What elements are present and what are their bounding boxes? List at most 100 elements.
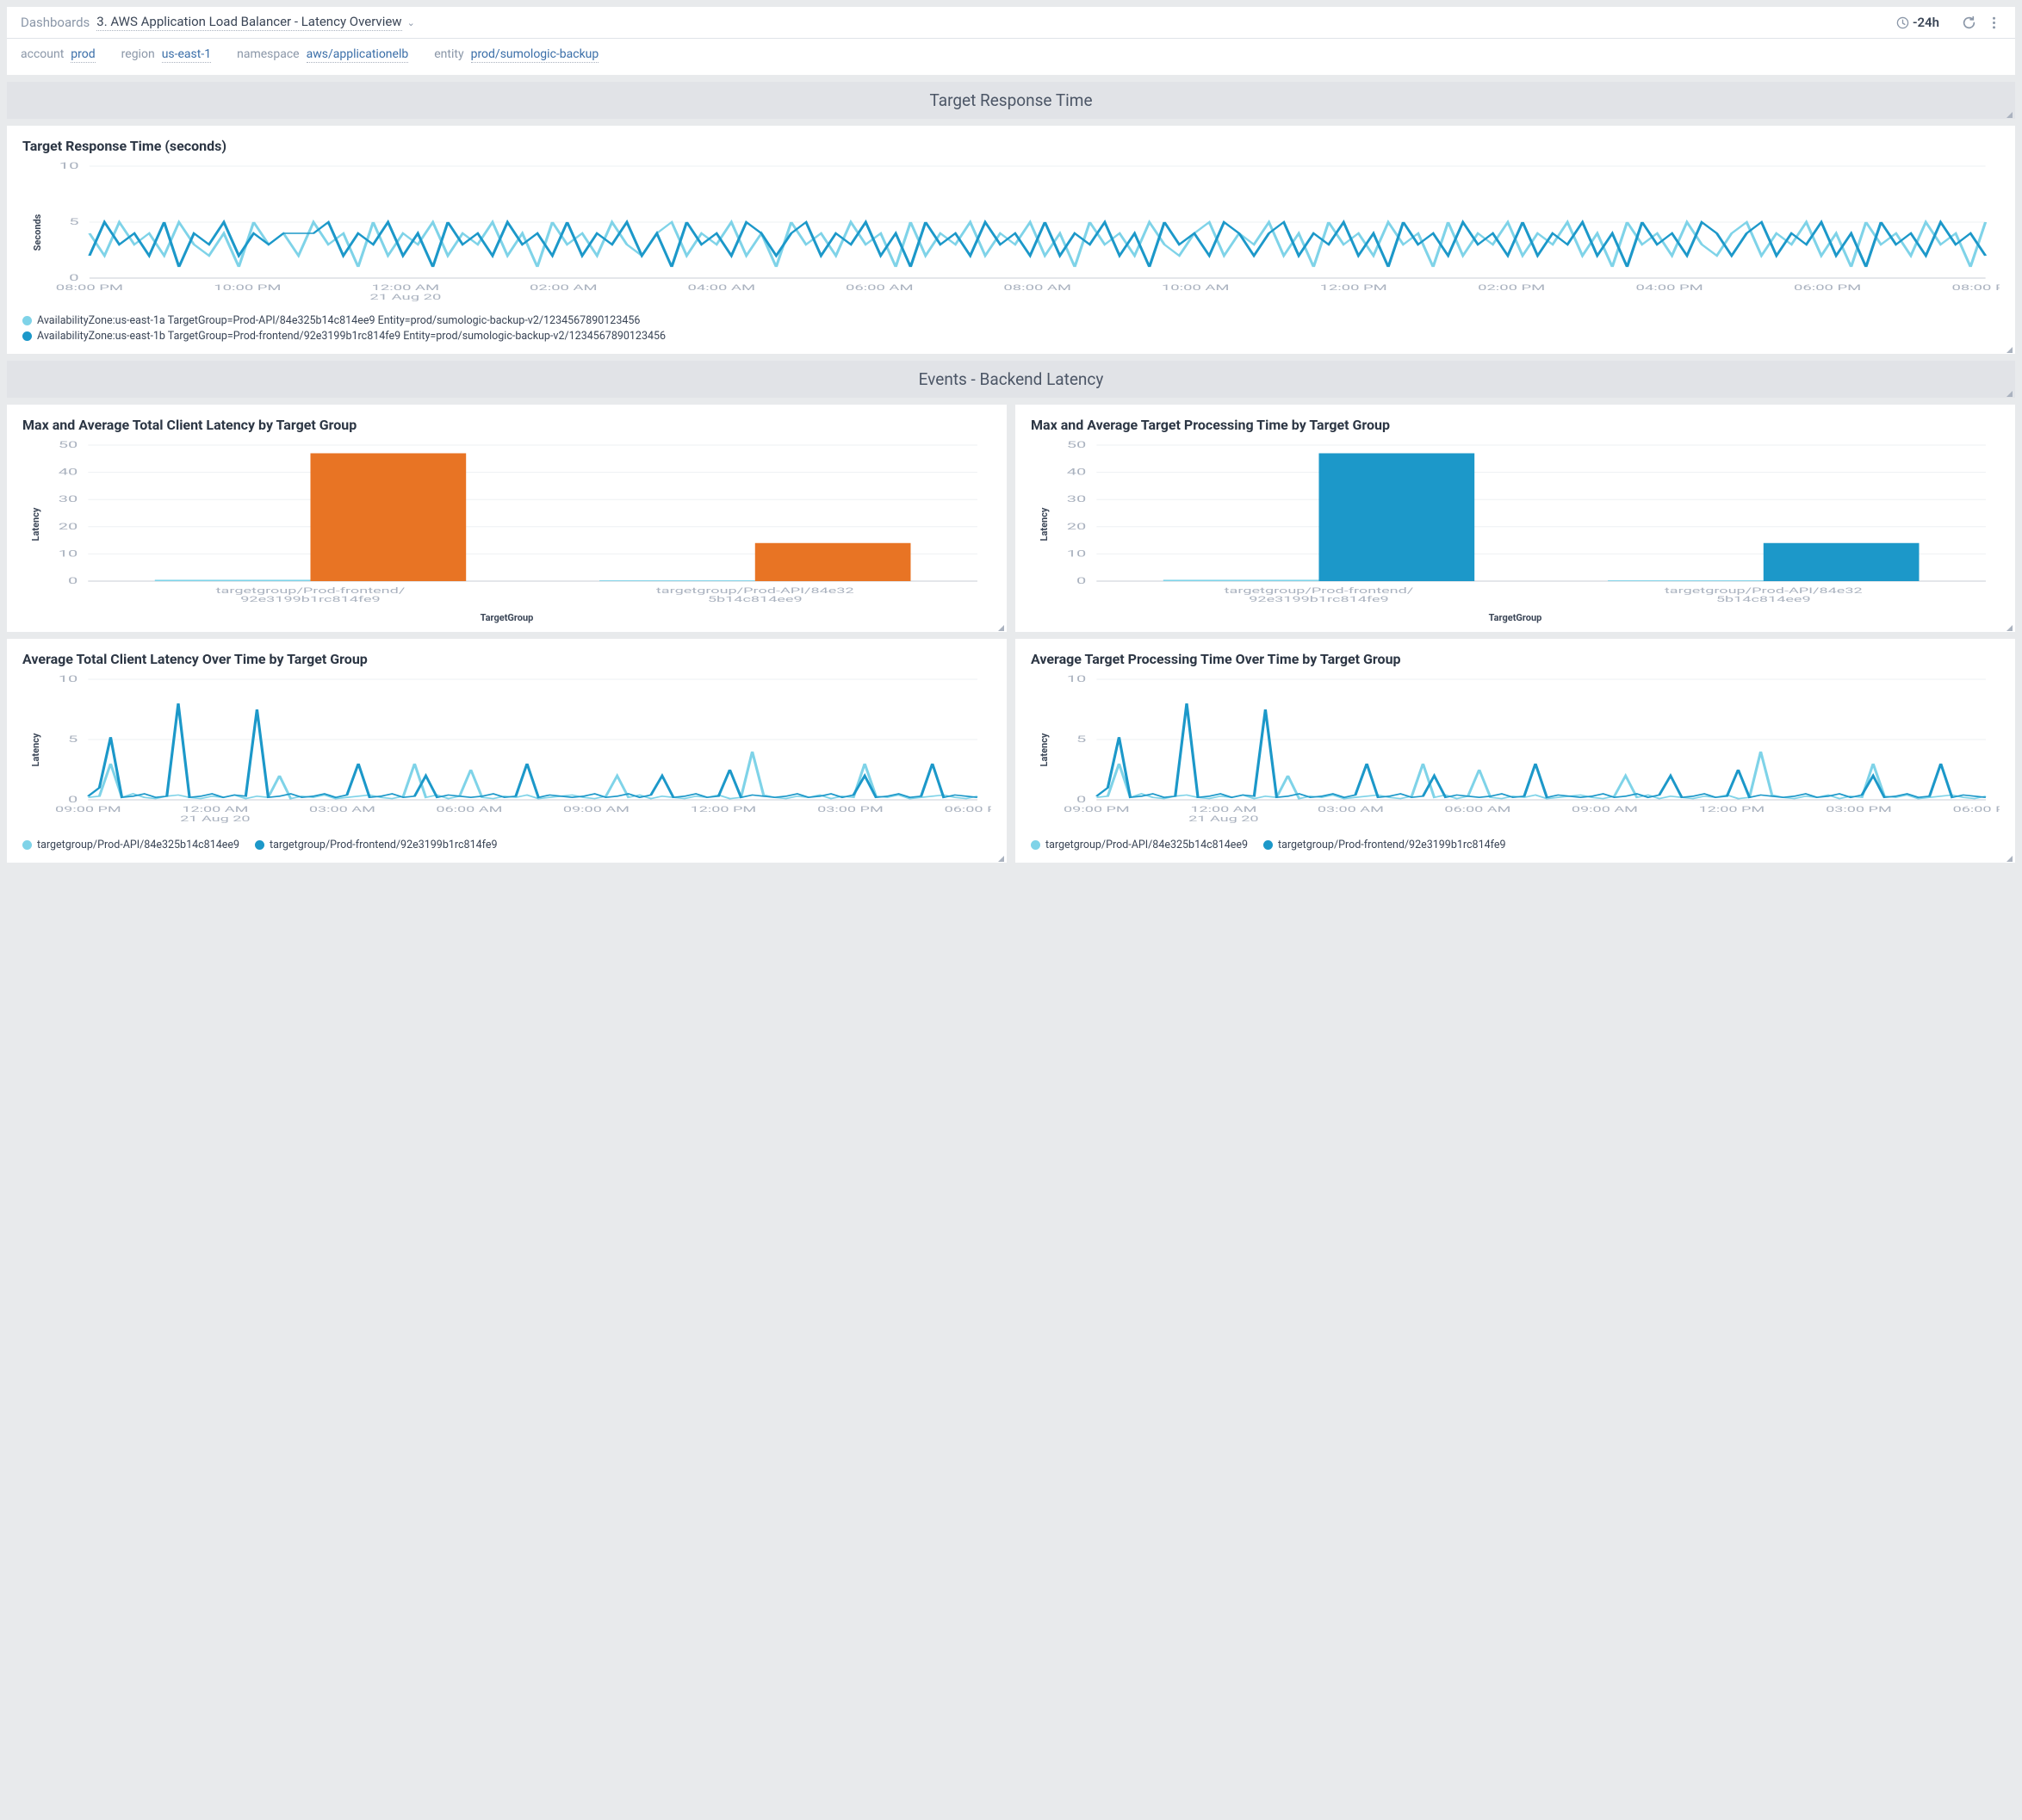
svg-text:02:00 PM: 02:00 PM (1478, 283, 1545, 293)
panel-target-response-time: Target Response Time (seconds) Seconds 0… (7, 126, 2015, 354)
svg-text:06:00 AM: 06:00 AM (846, 283, 914, 293)
resize-handle-icon[interactable] (2006, 391, 2013, 397)
svg-text:0: 0 (68, 576, 78, 586)
svg-text:09:00 AM: 09:00 AM (563, 805, 630, 814)
chart-bar-right[interactable]: Latency 01020304050targetgroup/Prod-fron… (1031, 438, 2000, 610)
resize-handle-icon[interactable] (998, 856, 1004, 862)
svg-text:5: 5 (69, 217, 79, 227)
svg-text:10:00 AM: 10:00 AM (1162, 283, 1230, 293)
chart-trt-line[interactable]: Seconds 051008:00 PM10:00 PM12:00 AM21 A… (22, 159, 2000, 306)
legend-item[interactable]: targetgroup/Prod-API/84e325b14c814ee9 (22, 839, 239, 851)
svg-text:targetgroup/Prod-API/84e32: targetgroup/Prod-API/84e32 (1665, 586, 1863, 595)
svg-text:40: 40 (1067, 467, 1087, 477)
filter-entity[interactable]: entity prod/sumologic-backup (434, 47, 599, 63)
panel-bar-right: Max and Average Target Processing Time b… (1015, 405, 2015, 632)
x-axis-label: TargetGroup (22, 612, 991, 623)
svg-text:09:00 PM: 09:00 PM (55, 805, 121, 814)
panel-title: Max and Average Target Processing Time b… (1031, 417, 2000, 433)
svg-text:10: 10 (59, 548, 78, 559)
svg-text:21 Aug 20: 21 Aug 20 (1188, 814, 1258, 823)
svg-text:21 Aug 20: 21 Aug 20 (180, 814, 250, 823)
svg-text:12:00 PM: 12:00 PM (1699, 805, 1765, 814)
dashboard-title-dropdown[interactable]: 3. AWS Application Load Balancer - Laten… (96, 14, 401, 31)
svg-text:0: 0 (69, 273, 79, 283)
chevron-down-icon[interactable]: ⌄ (407, 17, 415, 28)
svg-text:5b14c814ee9: 5b14c814ee9 (708, 595, 803, 604)
svg-text:02:00 AM: 02:00 AM (530, 283, 598, 293)
chart-line-bl[interactable]: Latency 051009:00 PM12:00 AM21 Aug 2003:… (22, 672, 991, 827)
chart-bar-left[interactable]: Latency 01020304050targetgroup/Prod-fron… (22, 438, 991, 610)
panel-title: Target Response Time (seconds) (22, 138, 2000, 154)
svg-text:30: 30 (1067, 494, 1087, 505)
svg-text:09:00 AM: 09:00 AM (1572, 805, 1638, 814)
filter-region[interactable]: region us-east-1 (121, 47, 211, 63)
legend-item[interactable]: targetgroup/Prod-frontend/92e3199b1rc814… (255, 839, 497, 851)
svg-text:08:00 AM: 08:00 AM (1003, 283, 1071, 293)
resize-handle-icon[interactable] (2006, 112, 2013, 118)
filter-account[interactable]: account prod (21, 47, 96, 63)
legend-line-bl: targetgroup/Prod-API/84e325b14c814ee9 ta… (22, 836, 991, 854)
svg-text:21 Aug 20: 21 Aug 20 (369, 293, 441, 302)
svg-text:12:00 AM: 12:00 AM (1190, 805, 1256, 814)
panel-title: Average Target Processing Time Over Time… (1031, 651, 2000, 667)
svg-text:04:00 AM: 04:00 AM (688, 283, 756, 293)
chart-line-br[interactable]: Latency 051009:00 PM12:00 AM21 Aug 2003:… (1031, 672, 2000, 827)
resize-handle-icon[interactable] (2006, 347, 2013, 353)
legend-item[interactable]: targetgroup/Prod-API/84e325b14c814ee9 (1031, 839, 1248, 851)
resize-handle-icon[interactable] (2006, 625, 2013, 631)
svg-text:10: 10 (59, 674, 78, 684)
svg-text:targetgroup/Prod-API/84e32: targetgroup/Prod-API/84e32 (656, 586, 854, 595)
svg-text:03:00 AM: 03:00 AM (309, 805, 375, 814)
filter-namespace[interactable]: namespace aws/applicationelb (237, 47, 408, 63)
clock-icon (1896, 16, 1909, 29)
legend-line-br: targetgroup/Prod-API/84e325b14c814ee9 ta… (1031, 836, 2000, 854)
legend-dot-icon (1263, 840, 1273, 850)
section-header-ebl: Events - Backend Latency (7, 361, 2015, 398)
time-range-label: -24h (1913, 15, 1939, 30)
breadcrumb[interactable]: Dashboards (21, 15, 90, 30)
svg-text:20: 20 (59, 521, 78, 531)
resize-handle-icon[interactable] (998, 625, 1004, 631)
svg-text:10: 10 (1067, 548, 1087, 559)
svg-text:09:00 PM: 09:00 PM (1064, 805, 1130, 814)
svg-text:40: 40 (59, 467, 78, 477)
header-bar: Dashboards 3. AWS Application Load Balan… (7, 7, 2015, 39)
svg-text:04:00 PM: 04:00 PM (1636, 283, 1703, 293)
svg-text:10: 10 (1067, 674, 1087, 684)
svg-text:03:00 PM: 03:00 PM (1826, 805, 1892, 814)
svg-text:5: 5 (68, 734, 78, 745)
time-range-selector[interactable]: -24h (1896, 15, 1939, 30)
svg-text:10:00 PM: 10:00 PM (214, 283, 281, 293)
kebab-menu-icon[interactable] (1987, 15, 2001, 30)
legend-item[interactable]: targetgroup/Prod-frontend/92e3199b1rc814… (1263, 839, 1505, 851)
svg-text:06:00 PM: 06:00 PM (1794, 283, 1861, 293)
legend-item[interactable]: AvailabilityZone:us-east-1b TargetGroup=… (22, 330, 2000, 343)
legend-trt: AvailabilityZone:us-east-1a TargetGroup=… (22, 314, 2000, 343)
svg-text:03:00 AM: 03:00 AM (1318, 805, 1384, 814)
svg-text:08:00 PM: 08:00 PM (56, 283, 123, 293)
x-axis-label: TargetGroup (1031, 612, 2000, 623)
svg-text:10: 10 (59, 161, 79, 171)
svg-text:03:00 PM: 03:00 PM (817, 805, 884, 814)
refresh-icon[interactable] (1962, 15, 1976, 30)
svg-text:5b14c814ee9: 5b14c814ee9 (1716, 595, 1811, 604)
svg-text:12:00 PM: 12:00 PM (1320, 283, 1387, 293)
section-header-trt: Target Response Time (7, 82, 2015, 119)
svg-text:12:00 AM: 12:00 AM (182, 805, 248, 814)
legend-dot-icon (22, 331, 32, 341)
panel-line-bl: Average Total Client Latency Over Time b… (7, 639, 1007, 863)
legend-dot-icon (1031, 840, 1040, 850)
svg-text:06:00 AM: 06:00 AM (1444, 805, 1510, 814)
svg-text:0: 0 (1076, 576, 1086, 586)
svg-text:20: 20 (1067, 521, 1087, 531)
filters-bar: account prod region us-east-1 namespace … (7, 39, 2015, 75)
resize-handle-icon[interactable] (2006, 856, 2013, 862)
legend-item[interactable]: AvailabilityZone:us-east-1a TargetGroup=… (22, 314, 2000, 327)
svg-text:30: 30 (59, 494, 78, 505)
legend-dot-icon (22, 840, 32, 850)
legend-dot-icon (22, 316, 32, 325)
svg-text:06:00 AM: 06:00 AM (436, 805, 502, 814)
dashboard-app: Dashboards 3. AWS Application Load Balan… (7, 7, 2015, 863)
svg-text:targetgroup/Prod-frontend/: targetgroup/Prod-frontend/ (1225, 586, 1414, 595)
panel-title: Max and Average Total Client Latency by … (22, 417, 991, 433)
